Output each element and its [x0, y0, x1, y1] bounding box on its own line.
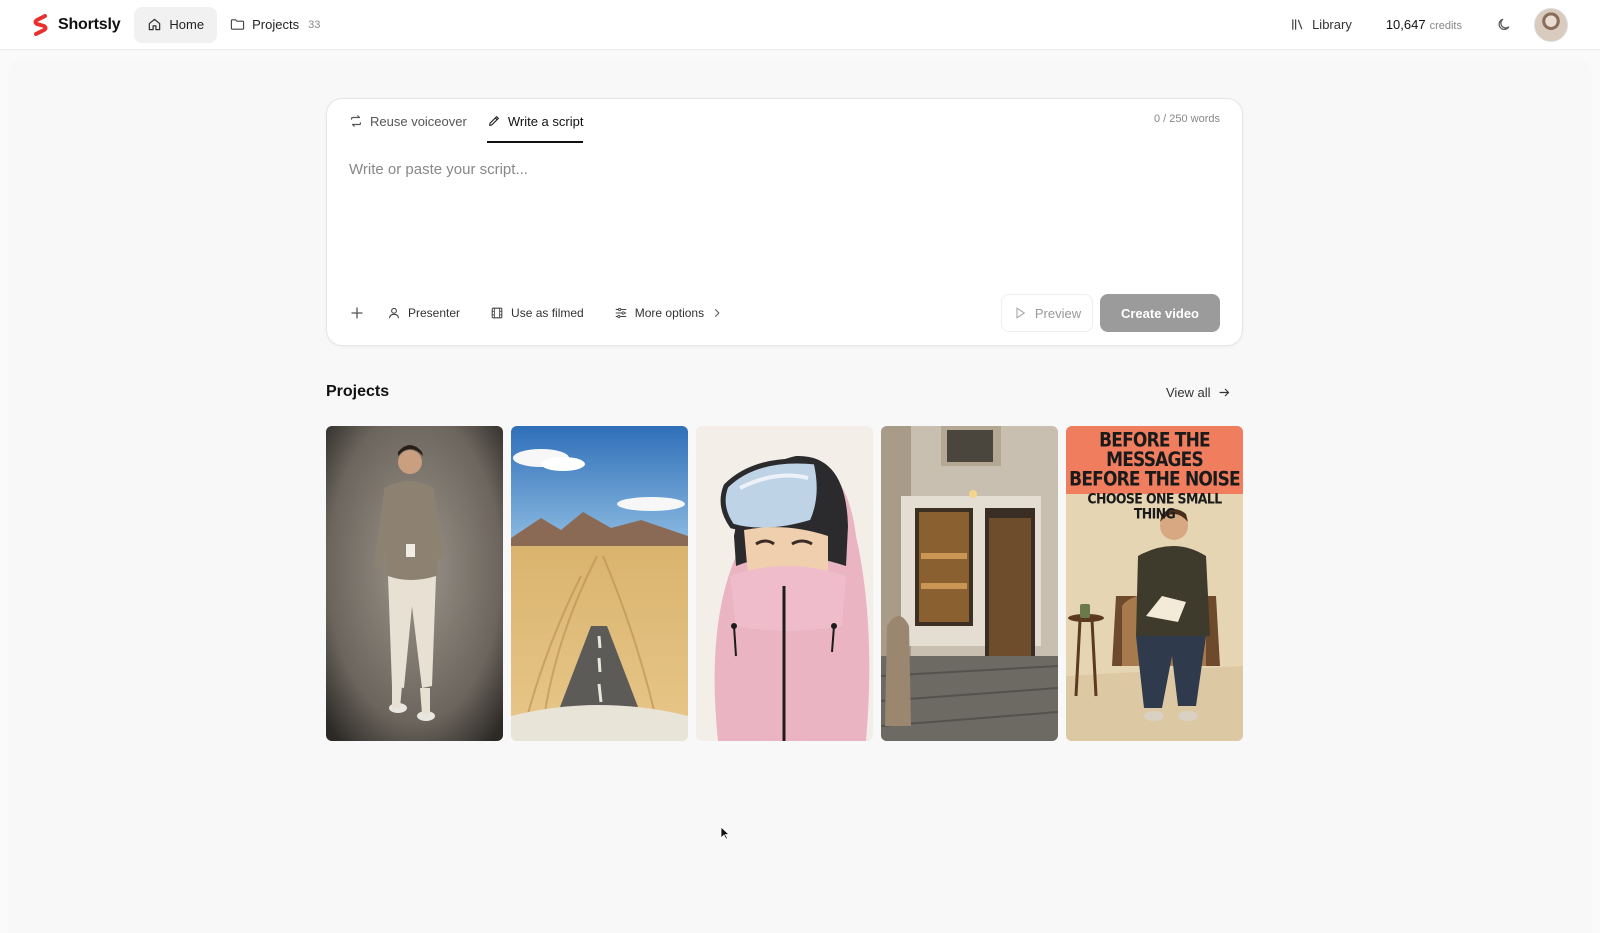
view-all-link[interactable]: View all [1166, 385, 1231, 400]
chevron-right-icon [715, 309, 720, 317]
project-thumbnail[interactable] [881, 426, 1058, 741]
theme-toggle-button[interactable] [1494, 15, 1514, 35]
tab-reuse-voiceover-label: Reuse voiceover [370, 113, 467, 129]
repeat-icon [351, 115, 361, 127]
credits-value: 10,647 [1385, 17, 1426, 32]
person-icon [389, 307, 399, 319]
overlay-line-3: CHOOSE ONE SMALL THING [1087, 489, 1222, 522]
credits-display: 10,647 credits [1386, 17, 1462, 32]
tab-write-script-label: Write a script [507, 113, 584, 129]
project-thumbnail[interactable] [511, 426, 688, 741]
project-thumbnail[interactable]: BEFORE THE MESSAGES BEFORE THE NOISE CHO… [1066, 426, 1243, 741]
use-as-filmed-label: Use as filmed [511, 306, 584, 320]
script-editor-card: Reuse voiceover Write a script 0 / 250 w… [326, 98, 1243, 346]
project-image-man-walking [326, 426, 503, 741]
editor-toolbar: Presenter Use as filmed More options [349, 295, 753, 331]
overlay-line-1: BEFORE THE MESSAGES [1099, 429, 1211, 472]
nav-home[interactable]: Home [134, 6, 218, 43]
projects-heading: Projects [326, 383, 390, 400]
project-image-bakery [881, 426, 1058, 741]
nav-projects[interactable]: Projects 33 [217, 7, 333, 43]
brand[interactable]: Shortsly [32, 13, 121, 36]
home-icon [149, 18, 161, 31]
film-icon [491, 307, 503, 319]
create-video-button[interactable]: Create video [1100, 294, 1220, 332]
script-input[interactable] [349, 161, 1221, 281]
folder-icon [230, 19, 245, 30]
presenter-label: Presenter [408, 306, 461, 320]
user-avatar[interactable] [1534, 7, 1568, 42]
project-overlay-text: BEFORE THE MESSAGES BEFORE THE NOISE CHO… [1066, 429, 1243, 522]
projects-count-badge: 33 [308, 18, 321, 31]
nav-library[interactable]: Library [1290, 17, 1352, 32]
view-all-label: View all [1166, 385, 1211, 400]
word-count: 0 / 250 words [1153, 113, 1220, 125]
credits-unit: credits [1429, 20, 1462, 32]
brand-name: Shortsly [58, 15, 121, 33]
more-options-button[interactable]: More options [614, 306, 723, 320]
nav-projects-label: Projects [252, 17, 300, 32]
project-image-ski-jacket [696, 426, 873, 741]
arrow-right-icon [1219, 388, 1229, 397]
top-bar: Shortsly Home Projects 33 Library 10,647… [0, 0, 1600, 50]
pencil-icon [488, 116, 499, 126]
project-thumbnail[interactable] [696, 426, 873, 741]
moon-icon [1498, 18, 1509, 30]
brand-logo-icon [33, 13, 48, 36]
editor-tabs: Reuse voiceover Write a script [349, 99, 583, 143]
tab-reuse-voiceover[interactable]: Reuse voiceover [349, 99, 467, 143]
add-button[interactable] [349, 305, 365, 321]
preview-button[interactable]: Preview [1001, 294, 1093, 332]
library-icon [1292, 19, 1303, 30]
preview-label: Preview [1034, 305, 1082, 321]
more-options-label: More options [634, 306, 705, 320]
overlay-line-2: BEFORE THE NOISE [1069, 468, 1240, 492]
tab-write-script[interactable]: Write a script [486, 99, 584, 143]
use-as-filmed-button[interactable]: Use as filmed [490, 306, 584, 320]
sliders-icon [615, 307, 626, 319]
project-thumbnail[interactable] [326, 426, 503, 741]
projects-grid: BEFORE THE MESSAGES BEFORE THE NOISE CHO… [326, 426, 1243, 741]
play-icon [1016, 307, 1025, 319]
mouse-cursor-icon [720, 826, 730, 840]
plus-icon [351, 307, 363, 319]
presenter-button[interactable]: Presenter [387, 306, 460, 320]
nav-library-label: Library [1312, 17, 1352, 32]
nav-home-label: Home [169, 17, 205, 32]
project-image-desert-road [511, 426, 688, 741]
